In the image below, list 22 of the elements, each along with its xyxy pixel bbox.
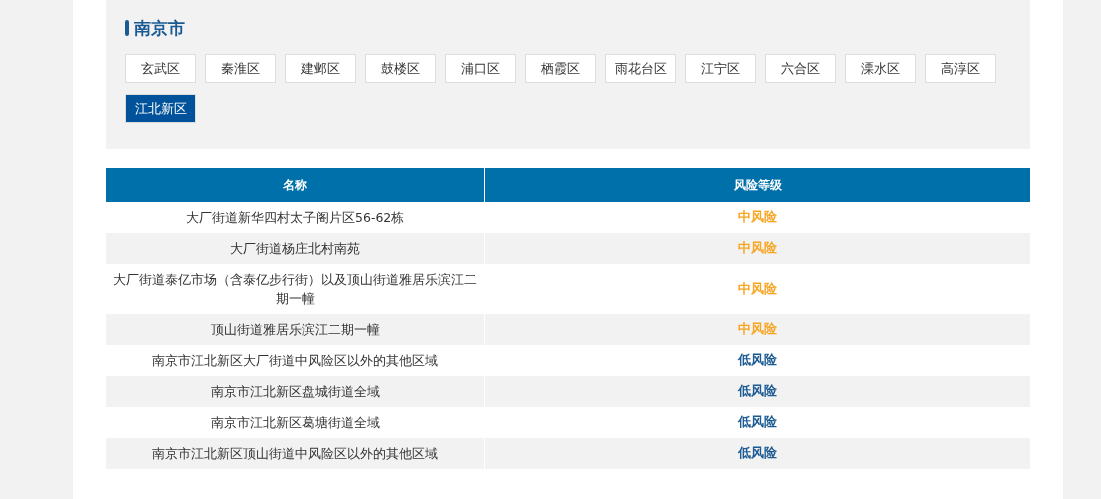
risk-level-cell: 低风险 <box>484 438 1030 469</box>
district-button[interactable]: 溧水区 <box>845 54 916 83</box>
district-button[interactable]: 栖霞区 <box>525 54 596 83</box>
risk-level-cell: 低风险 <box>484 407 1030 438</box>
district-button[interactable]: 高淳区 <box>925 54 996 83</box>
district-button[interactable]: 鼓楼区 <box>365 54 436 83</box>
district-button[interactable]: 雨花台区 <box>605 54 676 83</box>
column-header: 名称 <box>106 168 485 202</box>
table-cell: 南京市江北新区顶山街道中风险区以外的其他区域 <box>106 438 485 469</box>
title-bar-icon <box>125 20 129 36</box>
district-button[interactable]: 玄武区 <box>125 54 196 83</box>
risk-level-cell: 低风险 <box>484 376 1030 407</box>
city-title: 南京市 <box>134 16 185 40</box>
district-button[interactable]: 江宁区 <box>685 54 756 83</box>
district-button[interactable]: 建邺区 <box>285 54 356 83</box>
risk-level-cell: 中风险 <box>484 233 1030 264</box>
district-button[interactable]: 秦淮区 <box>205 54 276 83</box>
risk-level-cell: 中风险 <box>484 314 1030 345</box>
district-button[interactable]: 江北新区 <box>125 94 196 123</box>
column-header: 风险等级 <box>484 168 1030 202</box>
district-button[interactable]: 六合区 <box>765 54 836 83</box>
district-button[interactable]: 浦口区 <box>445 54 516 83</box>
